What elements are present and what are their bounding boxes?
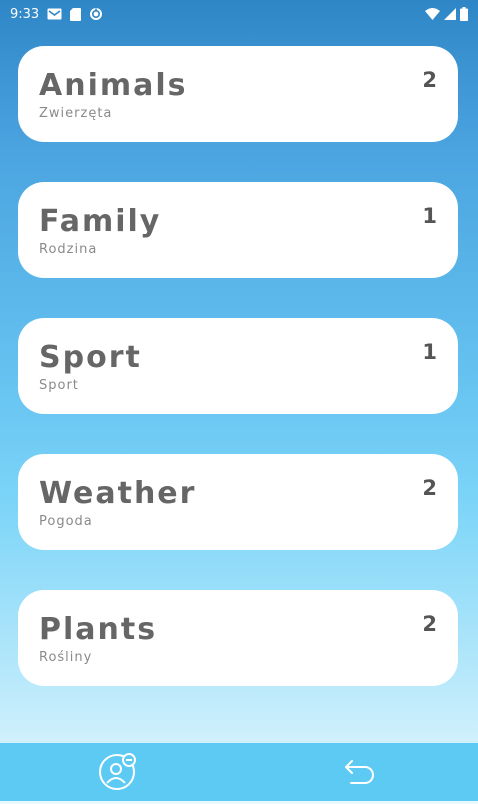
category-subtitle: Rośliny	[39, 650, 93, 665]
category-card-sport[interactable]: Sport Sport 1	[18, 318, 458, 414]
status-left: 9:33	[10, 7, 103, 22]
signal-icon	[444, 8, 456, 20]
sync-icon	[89, 7, 103, 21]
category-count: 1	[422, 340, 437, 364]
battery-icon	[460, 7, 468, 21]
status-bar: 9:33	[0, 0, 478, 28]
category-count: 2	[422, 476, 437, 500]
category-list: Animals Zwierzęta 2 Family Rodzina 1 Spo…	[18, 46, 458, 726]
category-title: Sport	[39, 340, 142, 375]
category-title: Plants	[39, 612, 158, 647]
wifi-icon	[425, 8, 440, 20]
category-card-weather[interactable]: Weather Pogoda 2	[18, 454, 458, 550]
bottom-navigation-bar	[0, 743, 478, 801]
category-subtitle: Rodzina	[39, 242, 98, 257]
sd-card-icon	[70, 7, 82, 21]
category-title: Animals	[39, 68, 188, 103]
category-card-plants[interactable]: Plants Rośliny 2	[18, 590, 458, 686]
profile-button[interactable]	[98, 753, 138, 793]
category-card-family[interactable]: Family Rodzina 1	[18, 182, 458, 278]
category-subtitle: Sport	[39, 378, 79, 393]
gmail-icon	[47, 8, 62, 20]
category-title: Family	[39, 204, 162, 239]
profile-icon	[98, 751, 138, 795]
category-count: 2	[422, 68, 437, 92]
status-time: 9:33	[10, 6, 40, 22]
category-count: 1	[422, 204, 437, 228]
category-count: 2	[422, 612, 437, 636]
status-right	[425, 7, 468, 21]
category-title: Weather	[39, 476, 197, 511]
back-arrow-icon	[337, 751, 377, 795]
category-subtitle: Zwierzęta	[39, 106, 113, 121]
category-subtitle: Pogoda	[39, 514, 93, 529]
back-button[interactable]	[337, 753, 377, 793]
category-card-animals[interactable]: Animals Zwierzęta 2	[18, 46, 458, 142]
